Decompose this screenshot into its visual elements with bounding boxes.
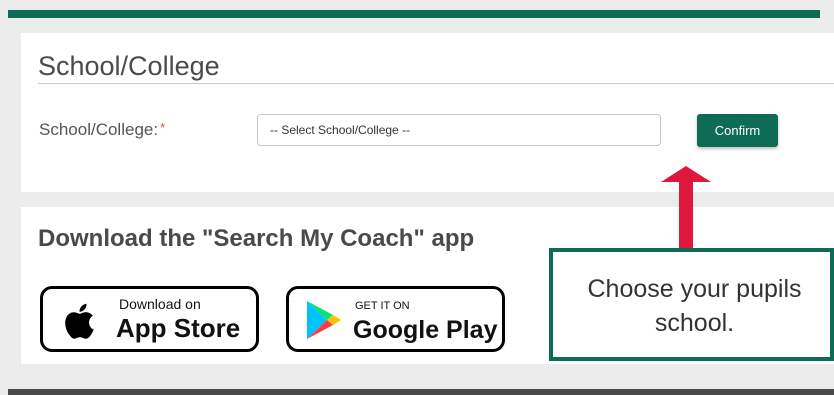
app-store-small-text: Download on: [119, 296, 201, 312]
confirm-button[interactable]: Confirm: [697, 114, 778, 147]
school-section-title: School/College: [38, 49, 834, 84]
download-title: Download the "Search My Coach" app: [38, 225, 475, 252]
google-play-small-text: GET IT ON: [355, 300, 410, 312]
instruction-tooltip: Choose your pupils school.: [549, 248, 834, 361]
apple-logo-icon: [65, 303, 94, 339]
tooltip-line-1: Choose your pupils: [587, 275, 802, 303]
required-marker: *: [160, 120, 166, 135]
top-accent-bar: [8, 10, 820, 18]
google-play-icon: [307, 301, 341, 339]
bottom-bar: [8, 389, 834, 395]
google-play-badge[interactable]: GET IT ON Google Play: [286, 286, 505, 352]
tooltip-line-2: school.: [654, 309, 735, 337]
school-select[interactable]: -- Select School/College --: [257, 114, 661, 146]
pointer-arrow-icon: [661, 166, 711, 256]
app-store-badge[interactable]: Download on App Store: [40, 286, 259, 352]
app-store-big-text: App Store: [116, 313, 241, 343]
google-play-big-text: Google Play: [353, 316, 498, 344]
school-field-label: School/College: *: [39, 119, 165, 141]
school-field-label-text: School/College:: [39, 120, 159, 139]
school-card: School/College School/College: * -- Selec…: [21, 33, 834, 192]
